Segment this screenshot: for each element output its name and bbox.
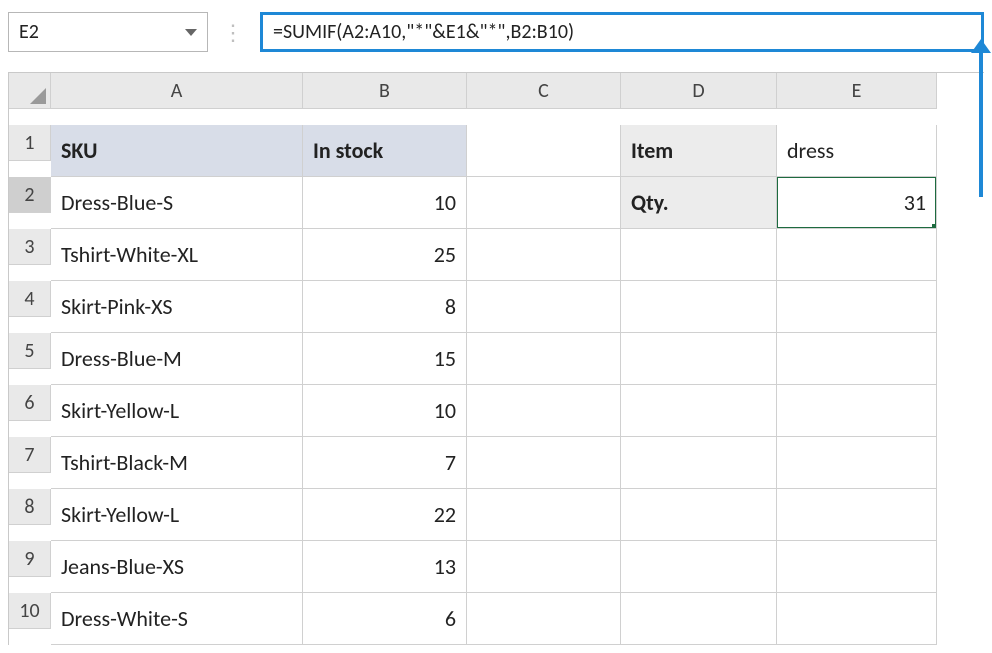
cell-D8[interactable] <box>621 489 777 541</box>
formula-bar-buttons: ⋮ <box>218 12 250 52</box>
row-header-10[interactable]: 10 <box>9 593 51 629</box>
cell-E2-active[interactable]: 31 <box>777 177 937 229</box>
cell-B8[interactable]: 22 <box>303 489 467 541</box>
cell-C9[interactable] <box>467 541 621 593</box>
col-header-A[interactable]: A <box>51 73 303 109</box>
cell-C2[interactable] <box>467 177 621 229</box>
cell-C7[interactable] <box>467 437 621 489</box>
row-header-1[interactable]: 1 <box>9 125 51 161</box>
cell-E6[interactable] <box>777 385 937 437</box>
row-header-3[interactable]: 3 <box>9 229 51 265</box>
cell-C6[interactable] <box>467 385 621 437</box>
cell-B7[interactable]: 7 <box>303 437 467 489</box>
cell-D5[interactable] <box>621 333 777 385</box>
row-header-9[interactable]: 9 <box>9 541 51 577</box>
cell-D3[interactable] <box>621 229 777 281</box>
row-header-5[interactable]: 5 <box>9 333 51 369</box>
cell-E9[interactable] <box>777 541 937 593</box>
cell-A3[interactable]: Tshirt-White-XL <box>51 229 303 281</box>
cell-A6[interactable]: Skirt-Yellow-L <box>51 385 303 437</box>
name-box[interactable]: E2 <box>8 12 208 52</box>
cell-A4[interactable]: Skirt-Pink-XS <box>51 281 303 333</box>
cell-B3[interactable]: 25 <box>303 229 467 281</box>
cell-B4[interactable]: 8 <box>303 281 467 333</box>
cell-E5[interactable] <box>777 333 937 385</box>
cell-A1[interactable]: SKU <box>51 125 303 177</box>
col-header-B[interactable]: B <box>303 73 467 109</box>
cell-E2-value: 31 <box>904 189 926 216</box>
cell-A7[interactable]: Tshirt-Black-M <box>51 437 303 489</box>
cell-C5[interactable] <box>467 333 621 385</box>
row-header-8[interactable]: 8 <box>9 489 51 525</box>
cell-B9[interactable]: 13 <box>303 541 467 593</box>
cell-C8[interactable] <box>467 489 621 541</box>
row-header-4[interactable]: 4 <box>9 281 51 317</box>
spreadsheet-grid[interactable]: A B C D E 1 SKU In stock Item dress 2 Dr… <box>8 72 984 645</box>
cell-C1[interactable] <box>467 125 621 177</box>
cell-E3[interactable] <box>777 229 937 281</box>
select-all-corner[interactable] <box>9 73 51 109</box>
cell-A10[interactable]: Dress-White-S <box>51 593 303 645</box>
fill-handle-icon[interactable] <box>932 224 937 229</box>
cell-B10[interactable]: 6 <box>303 593 467 645</box>
cell-B5[interactable]: 15 <box>303 333 467 385</box>
cell-B1[interactable]: In stock <box>303 125 467 177</box>
chevron-down-icon[interactable] <box>185 29 197 36</box>
cell-D2[interactable]: Qty. <box>621 177 777 229</box>
cell-A5[interactable]: Dress-Blue-M <box>51 333 303 385</box>
cell-E8[interactable] <box>777 489 937 541</box>
cell-D7[interactable] <box>621 437 777 489</box>
cell-D6[interactable] <box>621 385 777 437</box>
cell-B2[interactable]: 10 <box>303 177 467 229</box>
cell-D1[interactable]: Item <box>621 125 777 177</box>
name-box-value: E2 <box>19 20 185 44</box>
cell-E7[interactable] <box>777 437 937 489</box>
cell-A8[interactable]: Skirt-Yellow-L <box>51 489 303 541</box>
cell-B6[interactable]: 10 <box>303 385 467 437</box>
col-header-C[interactable]: C <box>467 73 621 109</box>
cell-D10[interactable] <box>621 593 777 645</box>
cell-E10[interactable] <box>777 593 937 645</box>
cell-E4[interactable] <box>777 281 937 333</box>
row-header-2[interactable]: 2 <box>9 177 51 213</box>
cell-E1[interactable]: dress <box>777 125 937 177</box>
cell-D4[interactable] <box>621 281 777 333</box>
col-header-D[interactable]: D <box>621 73 777 109</box>
formula-bar-value: =SUMIF(A2:A10,"*"&E1&"*",B2:B10) <box>273 20 574 44</box>
cell-C3[interactable] <box>467 229 621 281</box>
callout-arrow-icon <box>979 51 983 197</box>
formula-toolbar: E2 ⋮ =SUMIF(A2:A10,"*"&E1&"*",B2:B10) <box>8 12 984 52</box>
row-header-6[interactable]: 6 <box>9 385 51 421</box>
cell-A2[interactable]: Dress-Blue-S <box>51 177 303 229</box>
cell-D9[interactable] <box>621 541 777 593</box>
formula-bar[interactable]: =SUMIF(A2:A10,"*"&E1&"*",B2:B10) <box>260 12 984 52</box>
row-header-7[interactable]: 7 <box>9 437 51 473</box>
cell-A9[interactable]: Jeans-Blue-XS <box>51 541 303 593</box>
cell-C10[interactable] <box>467 593 621 645</box>
cell-C4[interactable] <box>467 281 621 333</box>
col-header-E[interactable]: E <box>777 73 937 109</box>
